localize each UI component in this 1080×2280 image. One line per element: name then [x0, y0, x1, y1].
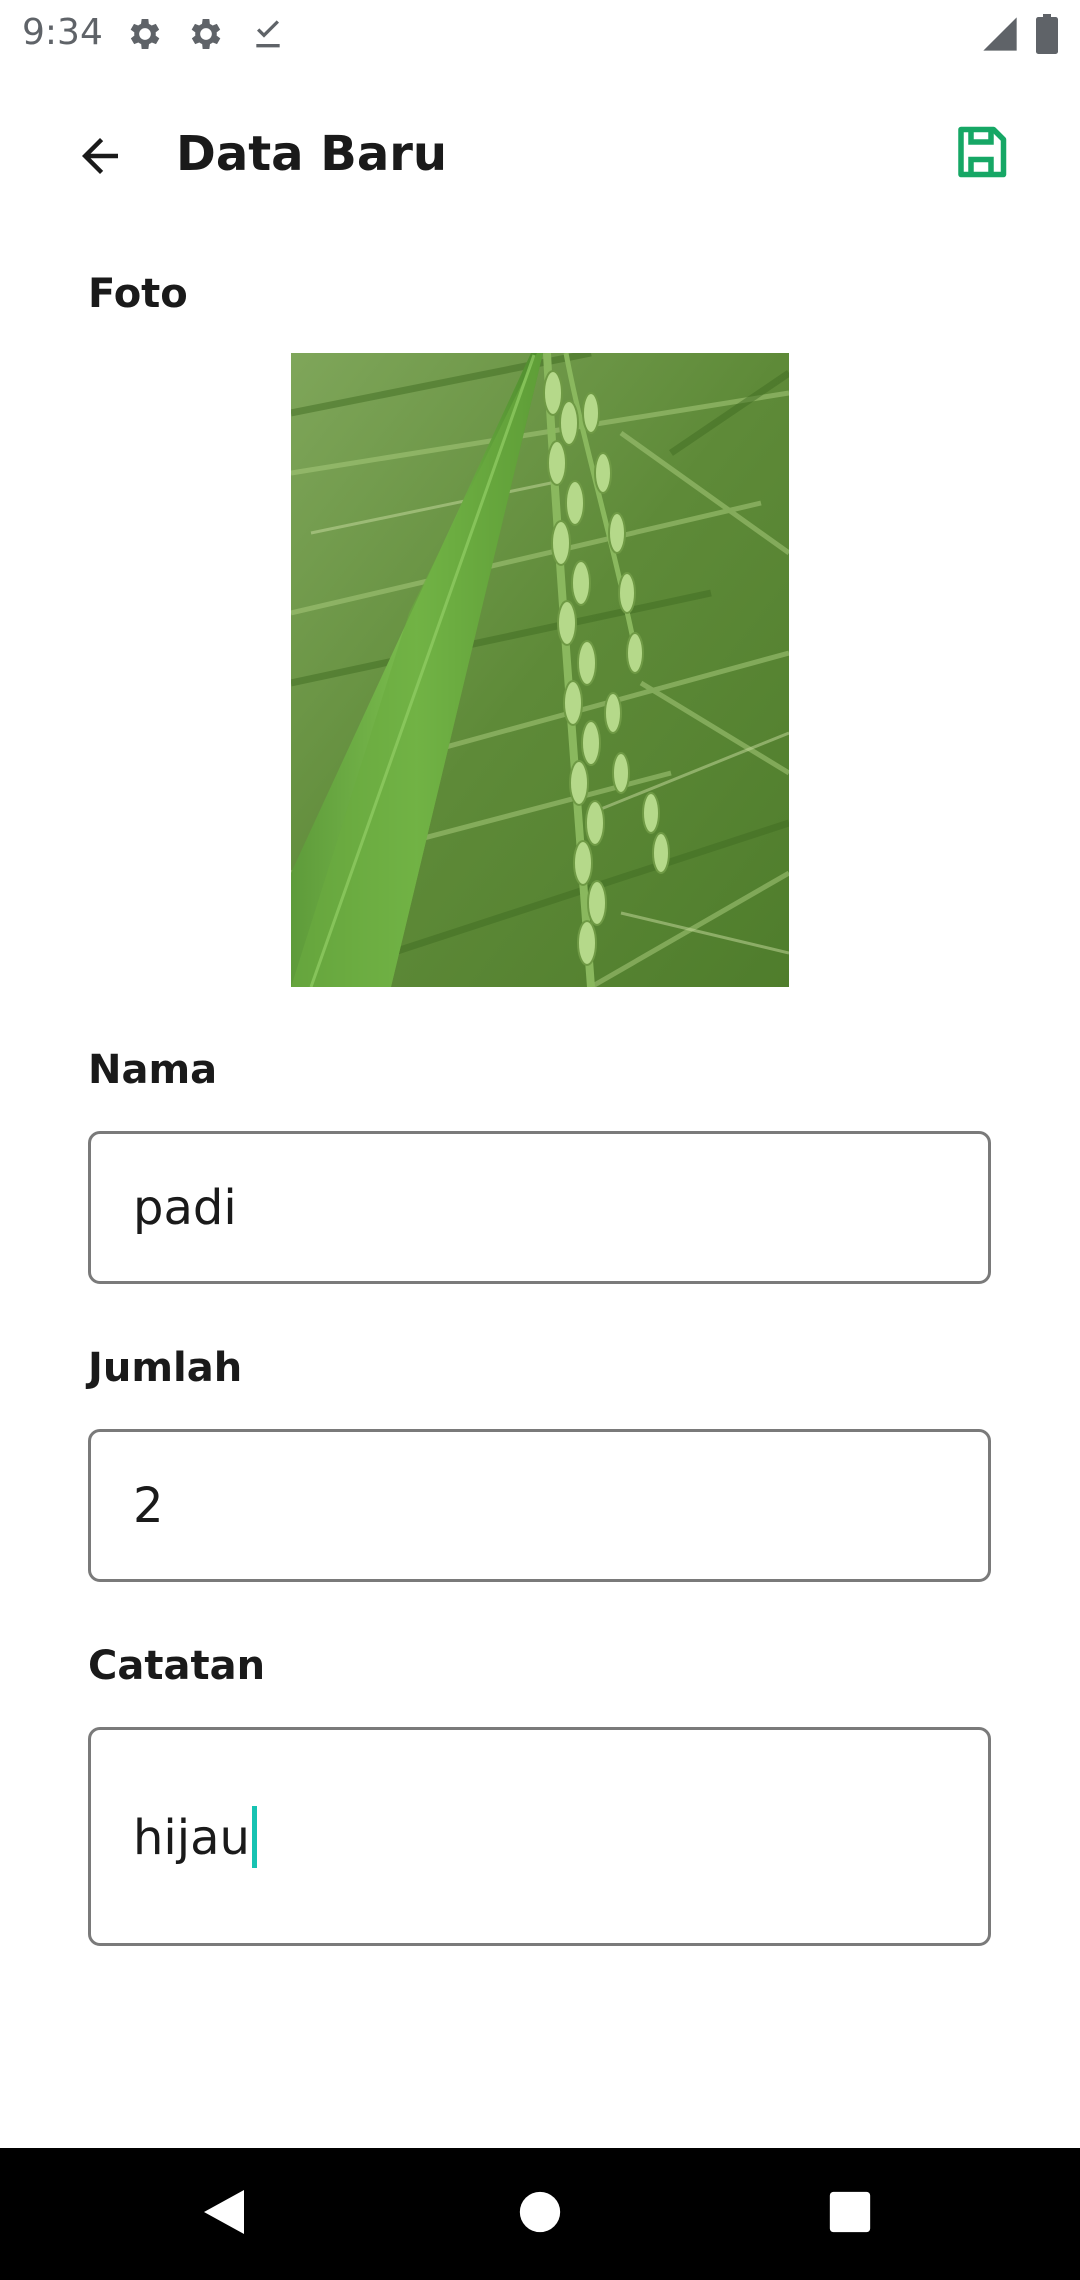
status-time: 9:34 [22, 12, 103, 53]
app-toolbar: Data Baru [0, 66, 1080, 236]
nav-recents-button[interactable] [812, 2176, 888, 2252]
rice-plant-photo[interactable] [291, 353, 789, 987]
cell-signal-icon [980, 14, 1020, 54]
screen: 9:34 Data Baru Foto Nama padi Jumlah 2 C… [0, 0, 1080, 2280]
name-field-value: padi [133, 1180, 237, 1236]
save-button[interactable] [944, 117, 1018, 191]
arrow-back-icon [73, 129, 127, 187]
nav-back-icon [200, 2186, 248, 2242]
name-field[interactable]: padi [88, 1131, 991, 1284]
save-icon [951, 122, 1011, 186]
nav-home-icon [518, 2190, 562, 2238]
quantity-label: Jumlah [88, 1345, 243, 1391]
photo-label: Foto [88, 271, 188, 317]
notes-field[interactable]: hijau [88, 1727, 991, 1946]
page-title: Data Baru [176, 126, 448, 182]
gear-icon [186, 14, 226, 54]
text-cursor [251, 1806, 257, 1868]
status-bar: 9:34 [0, 0, 1080, 66]
system-nav-bar [0, 2148, 1080, 2280]
nav-back-button[interactable] [186, 2176, 262, 2252]
name-label: Nama [88, 1047, 218, 1093]
download-done-icon [248, 14, 288, 54]
nav-home-button[interactable] [502, 2176, 578, 2252]
notes-field-value: hijau [133, 1810, 250, 1866]
quantity-field[interactable]: 2 [88, 1429, 991, 1582]
back-button[interactable] [58, 116, 142, 200]
nav-recents-icon [828, 2190, 872, 2238]
notes-label: Catatan [88, 1643, 266, 1689]
battery-icon [1036, 14, 1058, 54]
quantity-field-value: 2 [133, 1478, 164, 1534]
gear-icon [125, 14, 165, 54]
notes-field-content: hijau [133, 1806, 257, 1868]
